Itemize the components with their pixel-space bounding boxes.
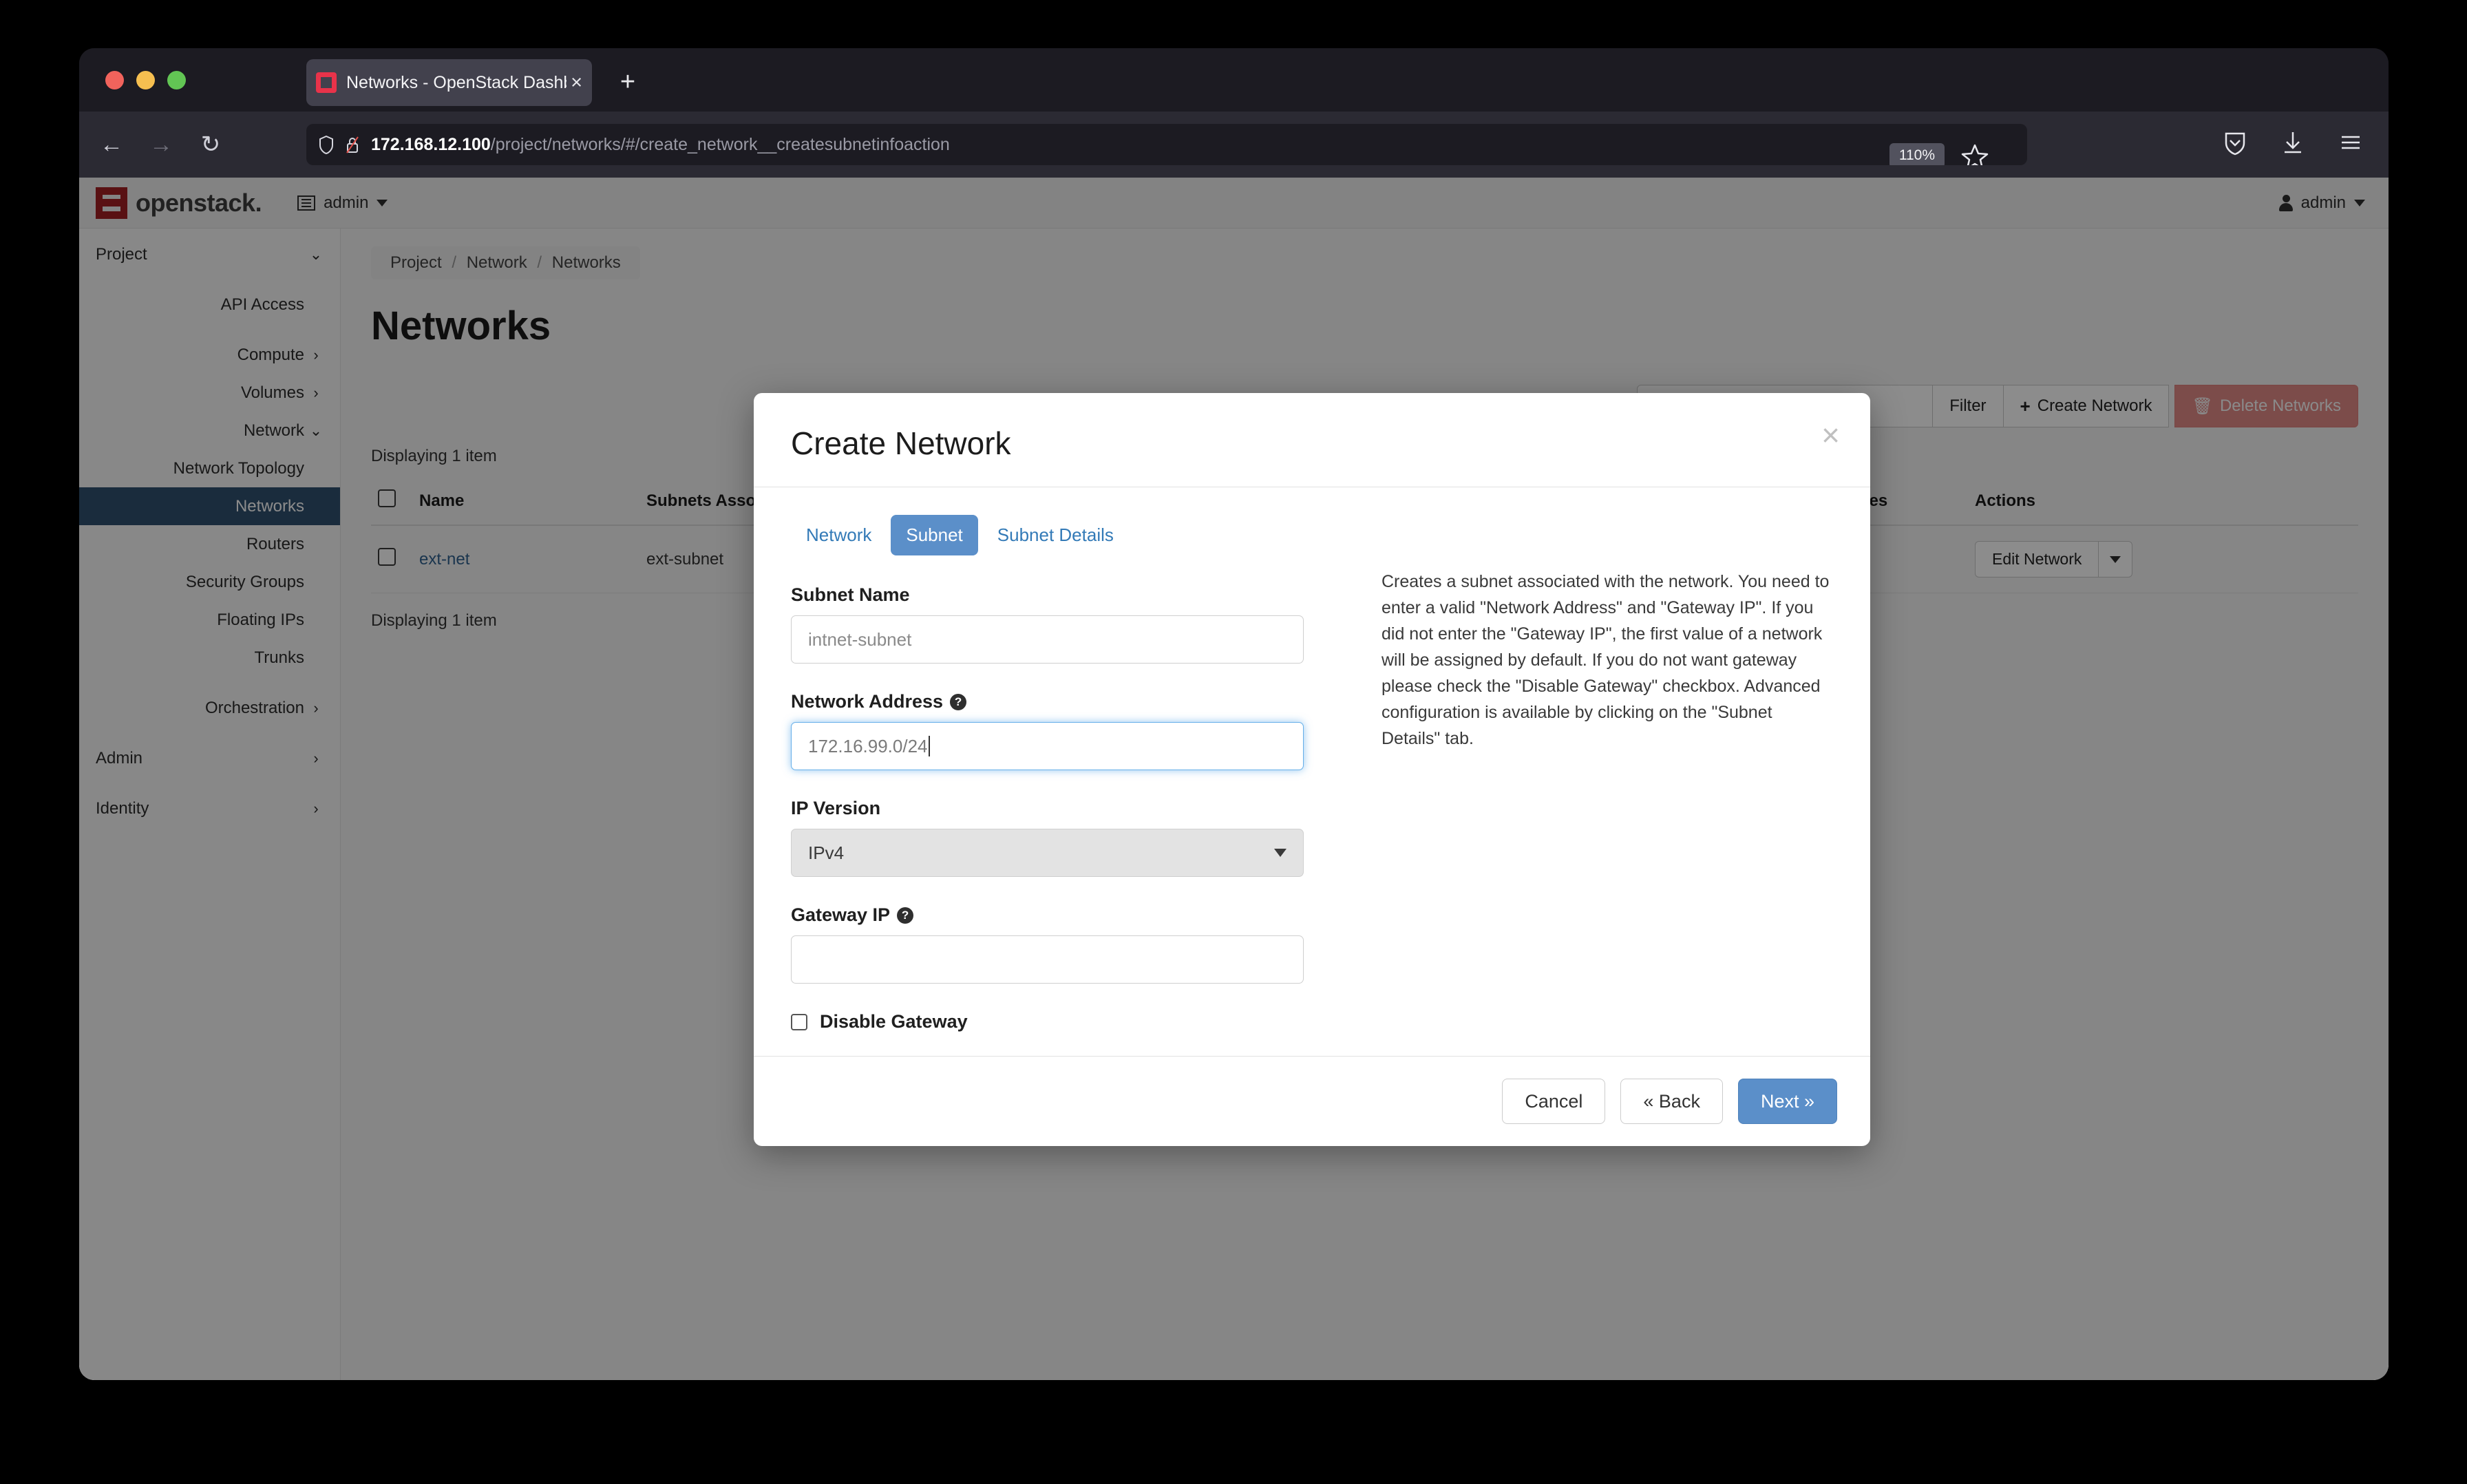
browser-window: Networks - OpenStack Dashboard × + ← → ↻…: [79, 48, 2389, 1380]
network-address-input[interactable]: 172.16.99.0/24: [791, 722, 1304, 770]
url-host: 172.168.12.100: [371, 134, 491, 154]
ip-version-label-text: IP Version: [791, 798, 881, 818]
ip-version-label: IP Version: [791, 798, 1342, 819]
disable-gateway-checkbox[interactable]: [791, 1013, 807, 1030]
close-icon[interactable]: ×: [1821, 419, 1840, 451]
network-address-label: Network Address ?: [791, 691, 1342, 712]
network-address-value: 172.16.99.0/24: [808, 735, 928, 756]
network-address-label-text: Network Address: [791, 691, 944, 712]
modal-tabs: Network Subnet Subnet Details: [791, 515, 1342, 555]
next-button[interactable]: Next »: [1737, 1079, 1837, 1124]
browser-toolbar-icons: [2221, 128, 2365, 157]
back-button[interactable]: « Back: [1620, 1079, 1723, 1124]
close-icon[interactable]: ×: [571, 72, 582, 93]
browser-tab-title: Networks - OpenStack Dashboard: [346, 72, 567, 92]
maximize-window-button[interactable]: [167, 71, 186, 89]
disable-gateway-label: Disable Gateway: [820, 1011, 968, 1032]
browser-tab[interactable]: Networks - OpenStack Dashboard ×: [306, 59, 592, 106]
close-window-button[interactable]: [105, 71, 124, 89]
ip-version-select[interactable]: IPv4: [791, 829, 1304, 877]
url-bar[interactable]: 172.168.12.100/project/networks/#/create…: [306, 124, 2027, 165]
modal-help-text: Creates a subnet associated with the net…: [1381, 572, 1830, 748]
window-traffic-lights: [105, 71, 186, 89]
gateway-ip-input[interactable]: [791, 935, 1304, 984]
pocket-save-icon[interactable]: [2221, 128, 2249, 157]
url-text: 172.168.12.100/project/networks/#/create…: [371, 135, 950, 155]
reload-icon[interactable]: ↻: [193, 127, 228, 162]
tab-network[interactable]: Network: [791, 515, 887, 555]
star-icon[interactable]: [1960, 142, 1989, 165]
modal-form-column: Network Subnet Subnet Details Subnet Nam…: [791, 515, 1342, 1032]
modal-footer: Cancel « Back Next »: [754, 1056, 1870, 1146]
text-cursor: [928, 736, 930, 756]
create-network-modal: Create Network × Network Subnet Subnet D…: [754, 393, 1870, 1146]
disable-gateway-row[interactable]: Disable Gateway: [791, 1011, 1342, 1032]
openstack-favicon-icon: [316, 72, 337, 93]
page-content: openstack. admin admin Project ⌄ API Acc…: [79, 178, 2389, 1380]
browser-tab-strip: Networks - OpenStack Dashboard × +: [79, 48, 2389, 112]
subnet-name-label: Subnet Name: [791, 584, 1342, 606]
browser-nav-bar: ← → ↻ 172.168.12.100/project/networks/#/…: [79, 112, 2389, 178]
modal-body: Network Subnet Subnet Details Subnet Nam…: [754, 487, 1870, 1056]
modal-header: Create Network ×: [754, 393, 1870, 487]
subnet-name-label-text: Subnet Name: [791, 584, 910, 605]
gateway-ip-label-text: Gateway IP: [791, 904, 891, 925]
forward-icon[interactable]: →: [144, 127, 178, 162]
tab-subnet[interactable]: Subnet: [891, 515, 978, 555]
tab-subnet-details[interactable]: Subnet Details: [982, 515, 1129, 555]
subnet-name-input[interactable]: intnet-subnet: [791, 615, 1304, 664]
ip-version-value: IPv4: [808, 842, 845, 863]
new-tab-button[interactable]: +: [613, 67, 643, 98]
minimize-window-button[interactable]: [136, 71, 155, 89]
help-icon[interactable]: ?: [950, 693, 967, 710]
gateway-ip-label: Gateway IP ?: [791, 904, 1342, 926]
zoom-level-badge[interactable]: 110%: [1889, 143, 1945, 165]
broken-lock-icon[interactable]: [345, 136, 360, 154]
chevron-down-icon: [1274, 849, 1287, 857]
shield-icon[interactable]: [319, 135, 334, 154]
url-path: /project/networks/#/create_network__crea…: [490, 134, 950, 154]
hamburger-menu-icon[interactable]: [2336, 128, 2365, 157]
subnet-name-placeholder: intnet-subnet: [808, 628, 912, 650]
back-icon[interactable]: ←: [94, 127, 129, 162]
cancel-button[interactable]: Cancel: [1502, 1079, 1606, 1124]
modal-title: Create Network: [791, 425, 1011, 461]
download-icon[interactable]: [2278, 128, 2307, 157]
help-icon[interactable]: ?: [897, 907, 914, 924]
